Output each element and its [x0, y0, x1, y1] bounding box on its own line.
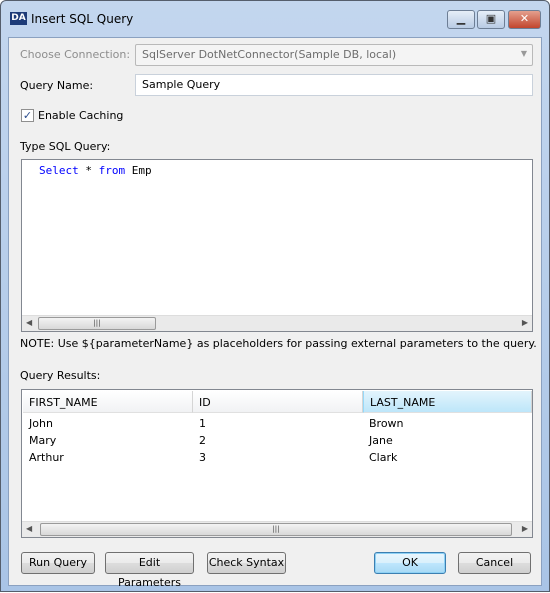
table-cell[interactable]: Brown: [369, 417, 404, 430]
scroll-left-icon[interactable]: ◀: [26, 318, 32, 327]
sql-editor[interactable]: Select * from Emp ◀ ||| ▶: [21, 159, 533, 332]
cancel-button[interactable]: Cancel: [458, 552, 531, 574]
table-cell[interactable]: Arthur: [29, 451, 64, 464]
close-button[interactable]: ✕: [508, 10, 541, 29]
title-bar[interactable]: DA Insert SQL Query ▁ ▣ ✕: [1, 1, 549, 37]
table-cell[interactable]: John: [29, 417, 53, 430]
column-header-last-name[interactable]: LAST_NAME: [363, 391, 532, 413]
query-results-grid[interactable]: FIRST_NAME ID LAST_NAME John 1 Brown Mary 2 J…: [21, 389, 533, 538]
window-title: Insert SQL Query: [31, 12, 134, 26]
table-cell[interactable]: 2: [199, 434, 206, 447]
check-syntax-button[interactable]: Check Syntax: [207, 552, 286, 574]
table-cell[interactable]: Jane: [369, 434, 393, 447]
results-label: Query Results:: [20, 369, 101, 382]
connection-value: SqlServer DotNetConnector(Sample DB, loc…: [142, 48, 397, 61]
dialog-body: Choose Connection: SqlServer DotNetConne…: [8, 37, 542, 589]
app-logo-icon: DA: [10, 12, 27, 25]
run-query-button[interactable]: Run Query: [21, 552, 95, 574]
scroll-left-icon[interactable]: ◀: [26, 524, 32, 533]
insert-sql-query-dialog: DA Insert SQL Query ▁ ▣ ✕ Choose Connect…: [0, 0, 550, 592]
placeholder-note: NOTE: Use ${parameterName} as placeholde…: [20, 337, 537, 350]
column-header-first-name[interactable]: FIRST_NAME: [23, 391, 193, 413]
column-header-id[interactable]: ID: [193, 391, 363, 413]
query-name-input[interactable]: Sample Query: [135, 74, 533, 96]
sql-label: Type SQL Query:: [20, 140, 111, 153]
edit-parameters-button[interactable]: Edit Parameters: [105, 552, 194, 589]
table-cell[interactable]: 1: [199, 417, 206, 430]
enable-caching-label[interactable]: Enable Caching: [38, 109, 123, 122]
maximize-button[interactable]: ▣: [477, 10, 505, 29]
editor-horizontal-scrollbar[interactable]: ◀ ||| ▶: [22, 315, 532, 331]
sql-text: Select * from Emp: [39, 164, 152, 177]
minimize-button[interactable]: ▁: [447, 10, 475, 29]
scroll-thumb[interactable]: |||: [40, 523, 512, 536]
connection-select[interactable]: SqlServer DotNetConnector(Sample DB, loc…: [135, 44, 533, 66]
connection-label: Choose Connection:: [20, 48, 131, 61]
table-cell[interactable]: Mary: [29, 434, 56, 447]
query-name-label: Query Name:: [20, 79, 94, 92]
grid-horizontal-scrollbar[interactable]: ◀ ||| ▶: [22, 521, 532, 537]
chevron-down-icon: ▼: [520, 49, 527, 58]
ok-button[interactable]: OK: [374, 552, 446, 574]
table-cell[interactable]: Clark: [369, 451, 397, 464]
scroll-thumb[interactable]: |||: [38, 317, 156, 330]
scroll-right-icon[interactable]: ▶: [522, 318, 528, 327]
scroll-right-icon[interactable]: ▶: [522, 524, 528, 533]
table-cell[interactable]: 3: [199, 451, 206, 464]
enable-caching-checkbox[interactable]: ✓: [21, 109, 34, 122]
